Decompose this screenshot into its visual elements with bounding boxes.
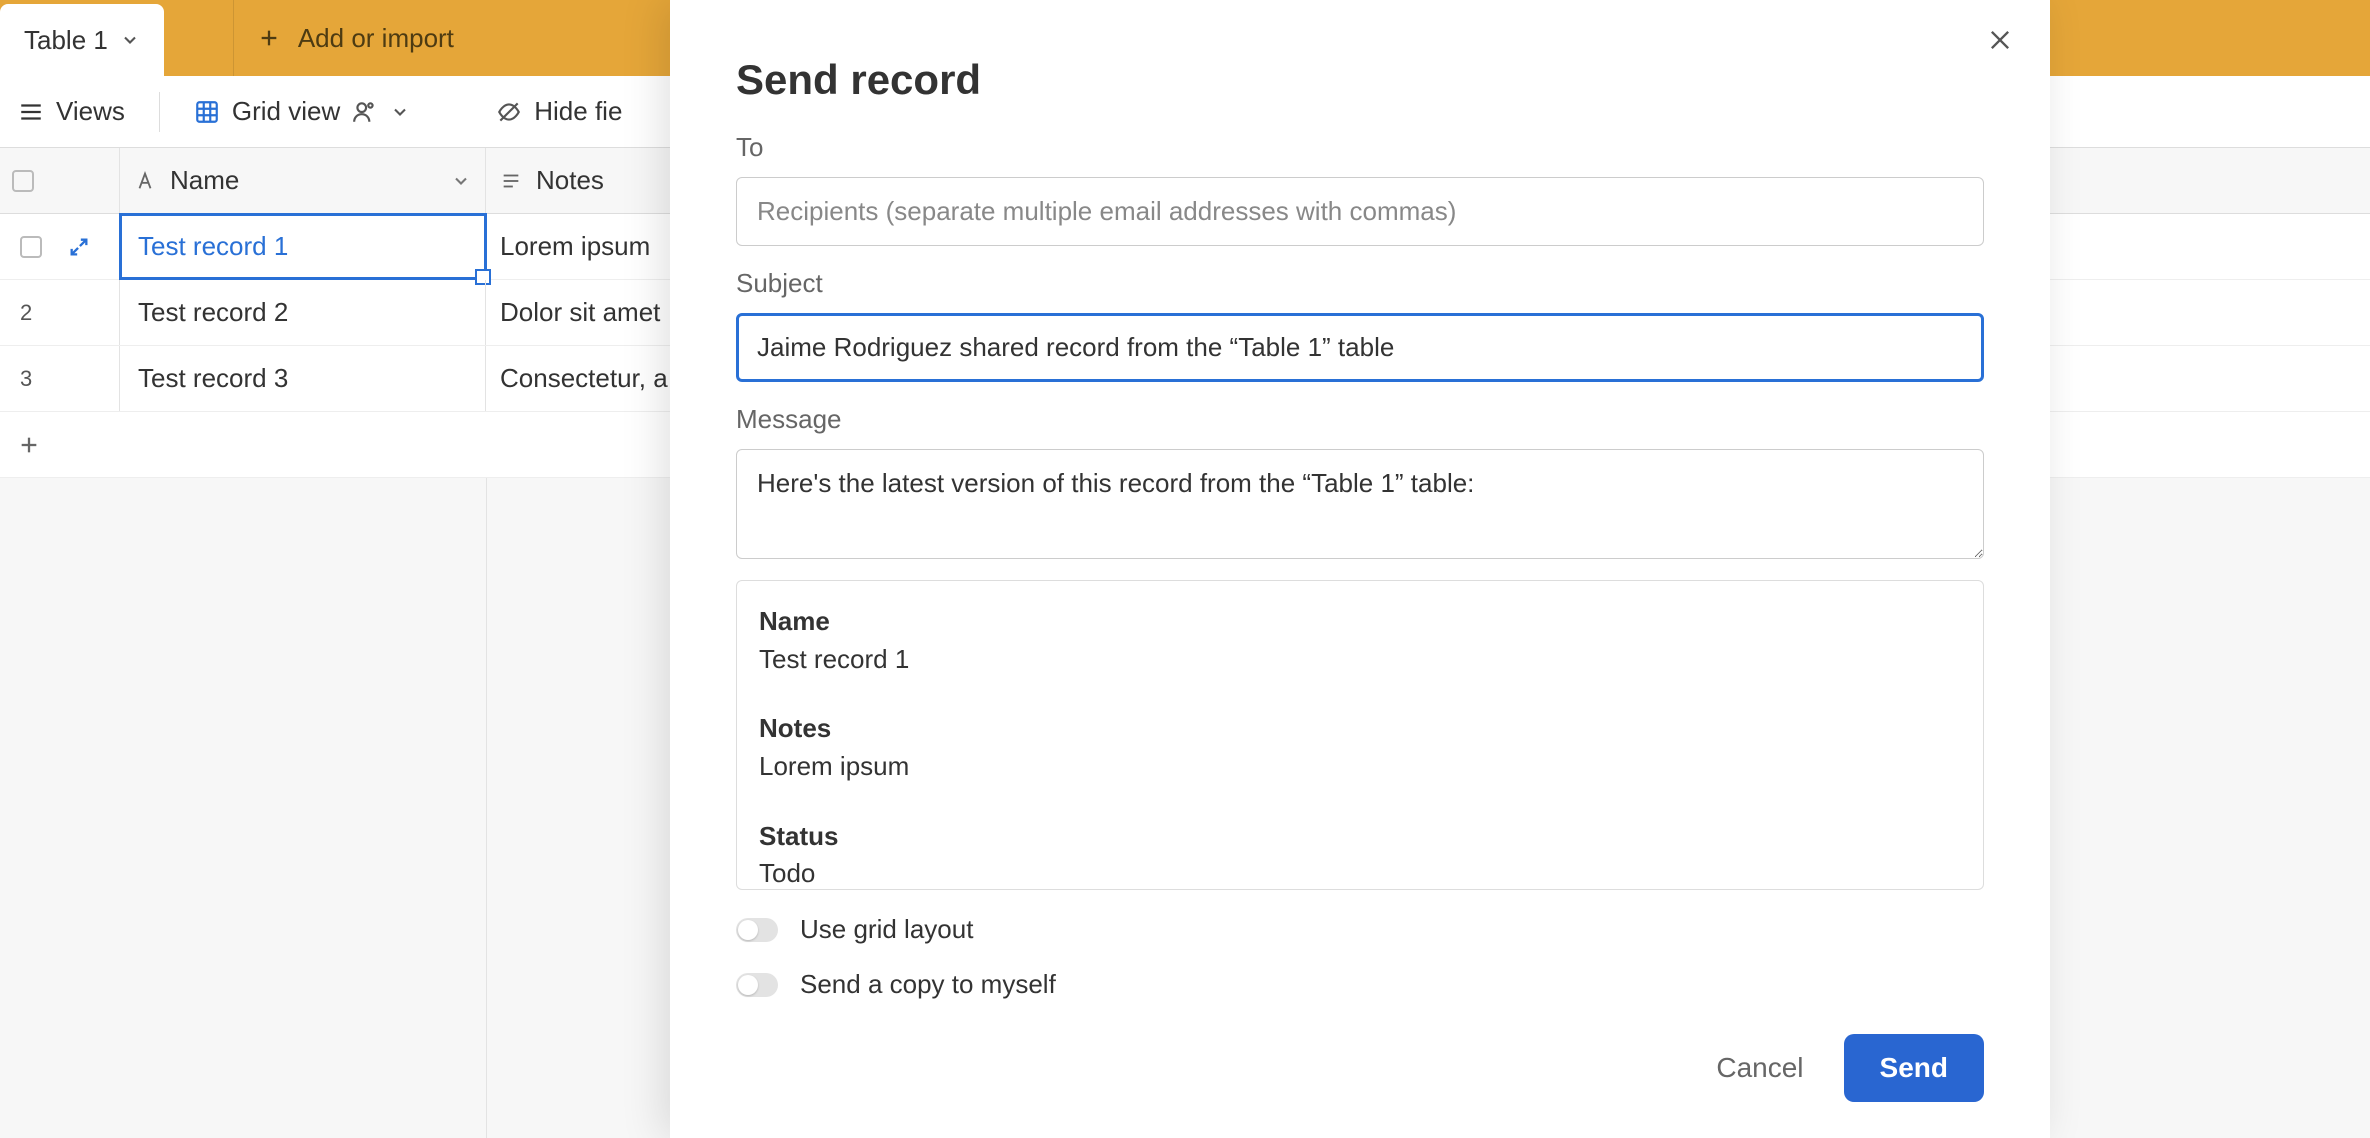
hide-fields-button[interactable]: Hide fie [496,96,622,127]
views-label: Views [56,96,125,127]
hide-fields-label: Hide fie [534,96,622,127]
tab-list-dropdown[interactable] [164,0,234,76]
toggle-grid-layout-label: Use grid layout [800,914,973,945]
send-button[interactable]: Send [1844,1034,1984,1102]
column-header-name[interactable]: Name [120,148,486,213]
cell-value: Dolor sit amet [500,297,660,328]
cell-value: Test record 2 [138,297,288,328]
add-or-import-label: Add or import [298,23,454,54]
row-leading-cell[interactable] [0,214,120,279]
grid-view-label: Grid view [232,96,340,127]
row-number: 3 [20,366,32,392]
expand-record-icon[interactable] [68,236,90,258]
cell-value: Test record 3 [138,363,288,394]
checkbox-icon[interactable] [12,170,34,192]
preview-field-value: Todo [759,855,1961,890]
menu-icon [18,99,44,125]
cell-name[interactable]: Test record 1 [120,214,486,279]
column-header-label: Notes [536,165,604,196]
toggle-copy-myself-label: Send a copy to myself [800,969,1056,1000]
column-header-label: Name [170,165,239,196]
send-record-modal: Send record To Subject Message Name Test… [670,0,2050,1138]
chevron-down-icon [390,102,410,122]
cancel-button[interactable]: Cancel [1716,1052,1803,1084]
subject-field[interactable] [736,313,1984,382]
row-leading-cell[interactable]: 2 [0,280,120,345]
toggle-copy-myself[interactable] [736,973,778,997]
eye-off-icon [496,99,522,125]
chevron-down-icon [120,30,140,50]
chevron-down-icon[interactable] [451,171,471,191]
row-number: 2 [20,300,32,326]
add-or-import-button[interactable]: Add or import [234,0,478,76]
tab-table-1[interactable]: Table 1 [0,4,164,76]
close-button[interactable] [1986,26,2014,54]
cell-value: Test record 1 [138,231,288,262]
cell-name[interactable]: Test record 3 [120,346,486,411]
preview-field-label: Notes [759,710,1961,748]
collaborators-icon [352,99,378,125]
cell-name[interactable]: Test record 2 [120,280,486,345]
text-field-icon [134,170,156,192]
plus-icon [18,434,40,456]
grid-view-button[interactable]: Grid view [194,96,410,127]
preview-field-label: Status [759,818,1961,856]
preview-field-value: Lorem ipsum [759,748,1961,786]
preview-field-label: Name [759,603,1961,641]
message-label: Message [736,404,1984,435]
modal-title: Send record [736,56,1984,104]
cell-value: Lorem ipsum [500,231,650,262]
subject-label: Subject [736,268,1984,299]
select-all-cell[interactable] [0,148,120,213]
long-text-icon [500,170,522,192]
grid-icon [194,99,220,125]
checkbox-icon[interactable] [20,236,42,258]
to-field[interactable] [736,177,1984,246]
row-leading-cell[interactable]: 3 [0,346,120,411]
separator [159,92,160,132]
record-preview: Name Test record 1 Notes Lorem ipsum Sta… [736,580,1984,890]
toggle-grid-layout[interactable] [736,918,778,942]
cell-value: Consectetur, a [500,363,668,394]
preview-field-value: Test record 1 [759,641,1961,679]
views-button[interactable]: Views [18,96,125,127]
tab-label: Table 1 [24,25,108,56]
to-label: To [736,132,1984,163]
plus-icon [258,27,280,49]
message-field[interactable] [736,449,1984,559]
